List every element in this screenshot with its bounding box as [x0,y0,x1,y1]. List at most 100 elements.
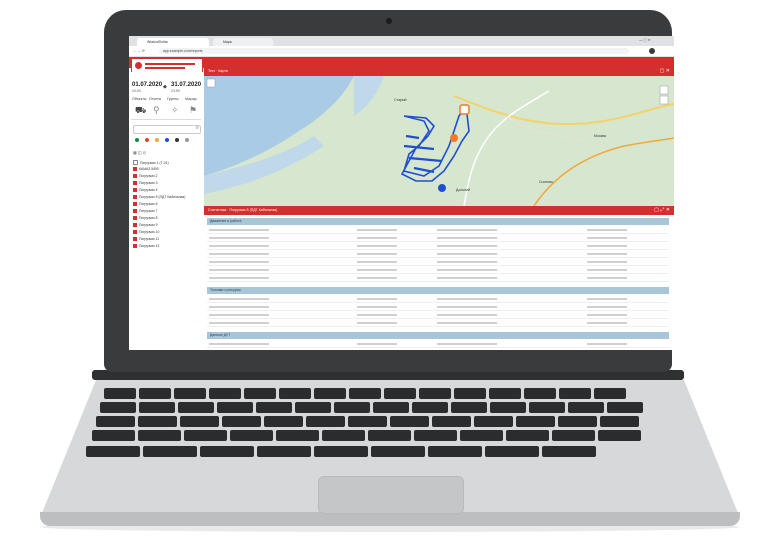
keyboard-key[interactable] [552,430,595,441]
unit-checkbox-icon[interactable] [133,244,137,248]
list-item[interactable]: Погрузчик 11 [133,237,159,241]
keyboard-key[interactable] [104,388,136,399]
keyboard-key[interactable] [306,416,345,427]
keyboard-key[interactable] [558,416,597,427]
keyboard-key[interactable] [256,402,292,413]
tab-routes[interactable]: Маршр. [185,97,198,101]
unit-checkbox-icon[interactable] [133,216,137,220]
keyboard-key[interactable] [485,446,539,457]
keyboard-key[interactable] [542,446,596,457]
unit-checkbox-icon[interactable] [133,167,137,171]
keyboard-key[interactable] [419,388,451,399]
list-item[interactable]: Погрузчик 7 [133,209,158,213]
unit-checkbox-icon[interactable] [133,181,137,185]
keyboard-key[interactable] [474,416,513,427]
flag-icon[interactable]: ⚑ [189,105,197,116]
keyboard-key[interactable] [412,402,448,413]
keyboard-key[interactable] [138,416,177,427]
date-from[interactable]: 01.07.2020 [132,82,162,88]
keyboard-key[interactable] [529,402,565,413]
list-item[interactable]: КАМАЗ 5490 [133,167,159,171]
keyboard-key[interactable] [92,430,135,441]
keyboard-key[interactable] [489,388,521,399]
list-item[interactable]: Погрузчик 3 [133,181,158,185]
keyboard-key[interactable] [139,388,171,399]
tab-groups[interactable]: Группы [167,97,179,101]
keyboard-key[interactable] [451,402,487,413]
list-item[interactable]: Погрузчик 2 [133,174,158,178]
window-controls[interactable]: — ▢ ✕ [639,38,651,42]
keyboard-key[interactable] [432,416,471,427]
unit-checkbox-icon[interactable] [133,223,137,227]
keyboard-key[interactable] [314,388,346,399]
unit-checkbox-icon[interactable] [133,188,137,192]
list-item[interactable]: Погрузчик 10 [133,230,159,234]
start-marker-icon[interactable] [459,104,470,115]
unit-search-input[interactable]: ⌕ [133,125,201,134]
status-dot[interactable] [185,138,189,142]
view-toggle-icons[interactable]: ▦ ◫ ◴ [133,150,146,155]
status-dot[interactable] [145,138,149,142]
map-view[interactable]: Старый Дольний Москва Сосново [204,76,674,206]
keyboard-key[interactable] [454,388,486,399]
list-item[interactable]: Погрузчик 6 [133,202,158,206]
unit-checkbox-icon[interactable] [133,230,137,234]
keyboard-key[interactable] [368,430,411,441]
browser-tab[interactable]: Mapa [213,38,273,46]
keyboard-key[interactable] [178,402,214,413]
keyboard-key[interactable] [460,430,503,441]
keyboard-key[interactable] [230,430,273,441]
keyboard-key[interactable] [264,416,303,427]
keyboard-key[interactable] [276,430,319,441]
date-to[interactable]: 31.07.2020 [171,82,201,88]
keyboard-key[interactable] [244,388,276,399]
checkbox-icon[interactable] [133,160,138,165]
keyboard-key[interactable] [373,402,409,413]
list-item[interactable]: Погрузчик 12 [133,244,159,248]
status-dot[interactable] [155,138,159,142]
keyboard-key[interactable] [371,446,425,457]
keyboard-key[interactable] [279,388,311,399]
keyboard-key[interactable] [314,446,368,457]
map-menu-icon[interactable] [206,78,216,88]
window-controls[interactable]: ▢ ✕ [660,68,670,74]
keyboard-key[interactable] [559,388,591,399]
list-item[interactable]: Погрузчик 4 [133,188,158,192]
keyboard-key[interactable] [143,446,197,457]
status-dot[interactable] [165,138,169,142]
keyboard-key[interactable] [86,446,140,457]
unit-checkbox-icon[interactable] [133,209,137,213]
settings-icon[interactable]: ✧ [171,105,179,116]
keyboard-key[interactable] [607,402,643,413]
keyboard-key[interactable] [568,402,604,413]
unit-checkbox-icon[interactable] [133,195,137,199]
pin-icon[interactable]: ⚲ [153,105,160,116]
keyboard-key[interactable] [428,446,482,457]
url-field[interactable]: app.example.com/reports [159,48,629,54]
keyboard-key[interactable] [139,402,175,413]
keyboard-key[interactable] [600,416,639,427]
status-dot[interactable] [135,138,139,142]
keyboard-key[interactable] [414,430,457,441]
keyboard-key[interactable] [180,416,219,427]
report-section-header[interactable]: Движение и работа [207,218,669,225]
zoom-in-icon[interactable] [659,85,669,95]
keyboard-key[interactable] [257,446,311,457]
keyboard-key[interactable] [174,388,206,399]
list-item[interactable]: Погрузчик 9 [133,223,158,227]
vehicle-marker-icon[interactable] [438,184,446,192]
event-marker-icon[interactable] [450,134,458,142]
unit-checkbox-icon[interactable] [133,237,137,241]
list-item[interactable]: Погрузчик 8 [133,216,158,220]
list-item[interactable]: Погрузчик 5 (ПДТ Кабельная) [133,195,185,199]
window-controls[interactable]: ▢ ⤢ ✕ [654,207,670,213]
truck-icon[interactable]: ⛟ [135,105,146,117]
keyboard-key[interactable] [349,388,381,399]
keyboard-key[interactable] [184,430,227,441]
status-dot[interactable] [175,138,179,142]
report-section-header[interactable]: Топливо и ресурсы [207,287,669,294]
keyboard-key[interactable] [138,430,181,441]
keyboard-key[interactable] [222,416,261,427]
tab-objects[interactable]: Объекты [132,97,146,101]
unit-checkbox-icon[interactable] [133,174,137,178]
